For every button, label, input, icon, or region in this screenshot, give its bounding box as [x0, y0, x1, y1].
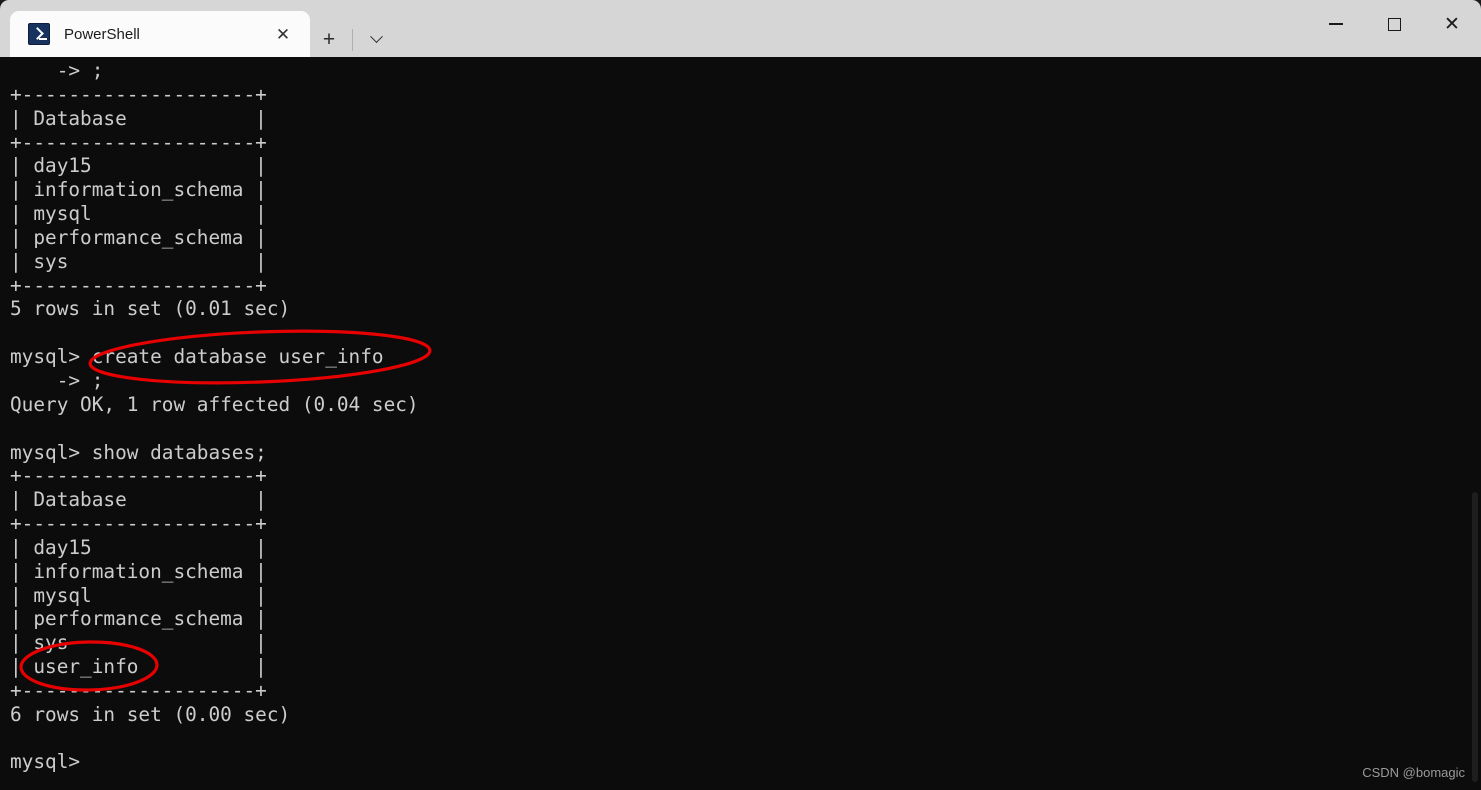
chevron-down-glyph [369, 30, 383, 44]
tab-strip: PowerShell ✕ + [0, 0, 395, 57]
close-window-button[interactable]: ✕ [1423, 0, 1481, 48]
minimize-button[interactable] [1307, 0, 1365, 48]
divider [352, 28, 353, 51]
powershell-window: PowerShell ✕ + ✕ -> ; +-----------------… [0, 0, 1481, 790]
tab-powershell[interactable]: PowerShell ✕ [10, 11, 310, 57]
new-tab-button[interactable]: + [310, 20, 348, 60]
terminal-body[interactable]: -> ; +--------------------+ | Database |… [0, 57, 1481, 790]
terminal-output: -> ; +--------------------+ | Database |… [10, 59, 419, 774]
watermark: CSDN @bomagic [1362, 765, 1465, 780]
close-icon: ✕ [1444, 13, 1460, 35]
window-controls: ✕ [1307, 0, 1481, 48]
title-bar: PowerShell ✕ + ✕ [0, 0, 1481, 57]
minimize-icon [1329, 23, 1343, 25]
maximize-button[interactable] [1365, 0, 1423, 48]
tab-title: PowerShell [64, 25, 140, 43]
close-tab-icon[interactable]: ✕ [270, 21, 296, 47]
powershell-icon [28, 23, 50, 45]
chevron-down-icon[interactable] [357, 20, 395, 60]
terminal-scrollbar[interactable] [1472, 492, 1478, 782]
maximize-icon [1387, 17, 1401, 31]
